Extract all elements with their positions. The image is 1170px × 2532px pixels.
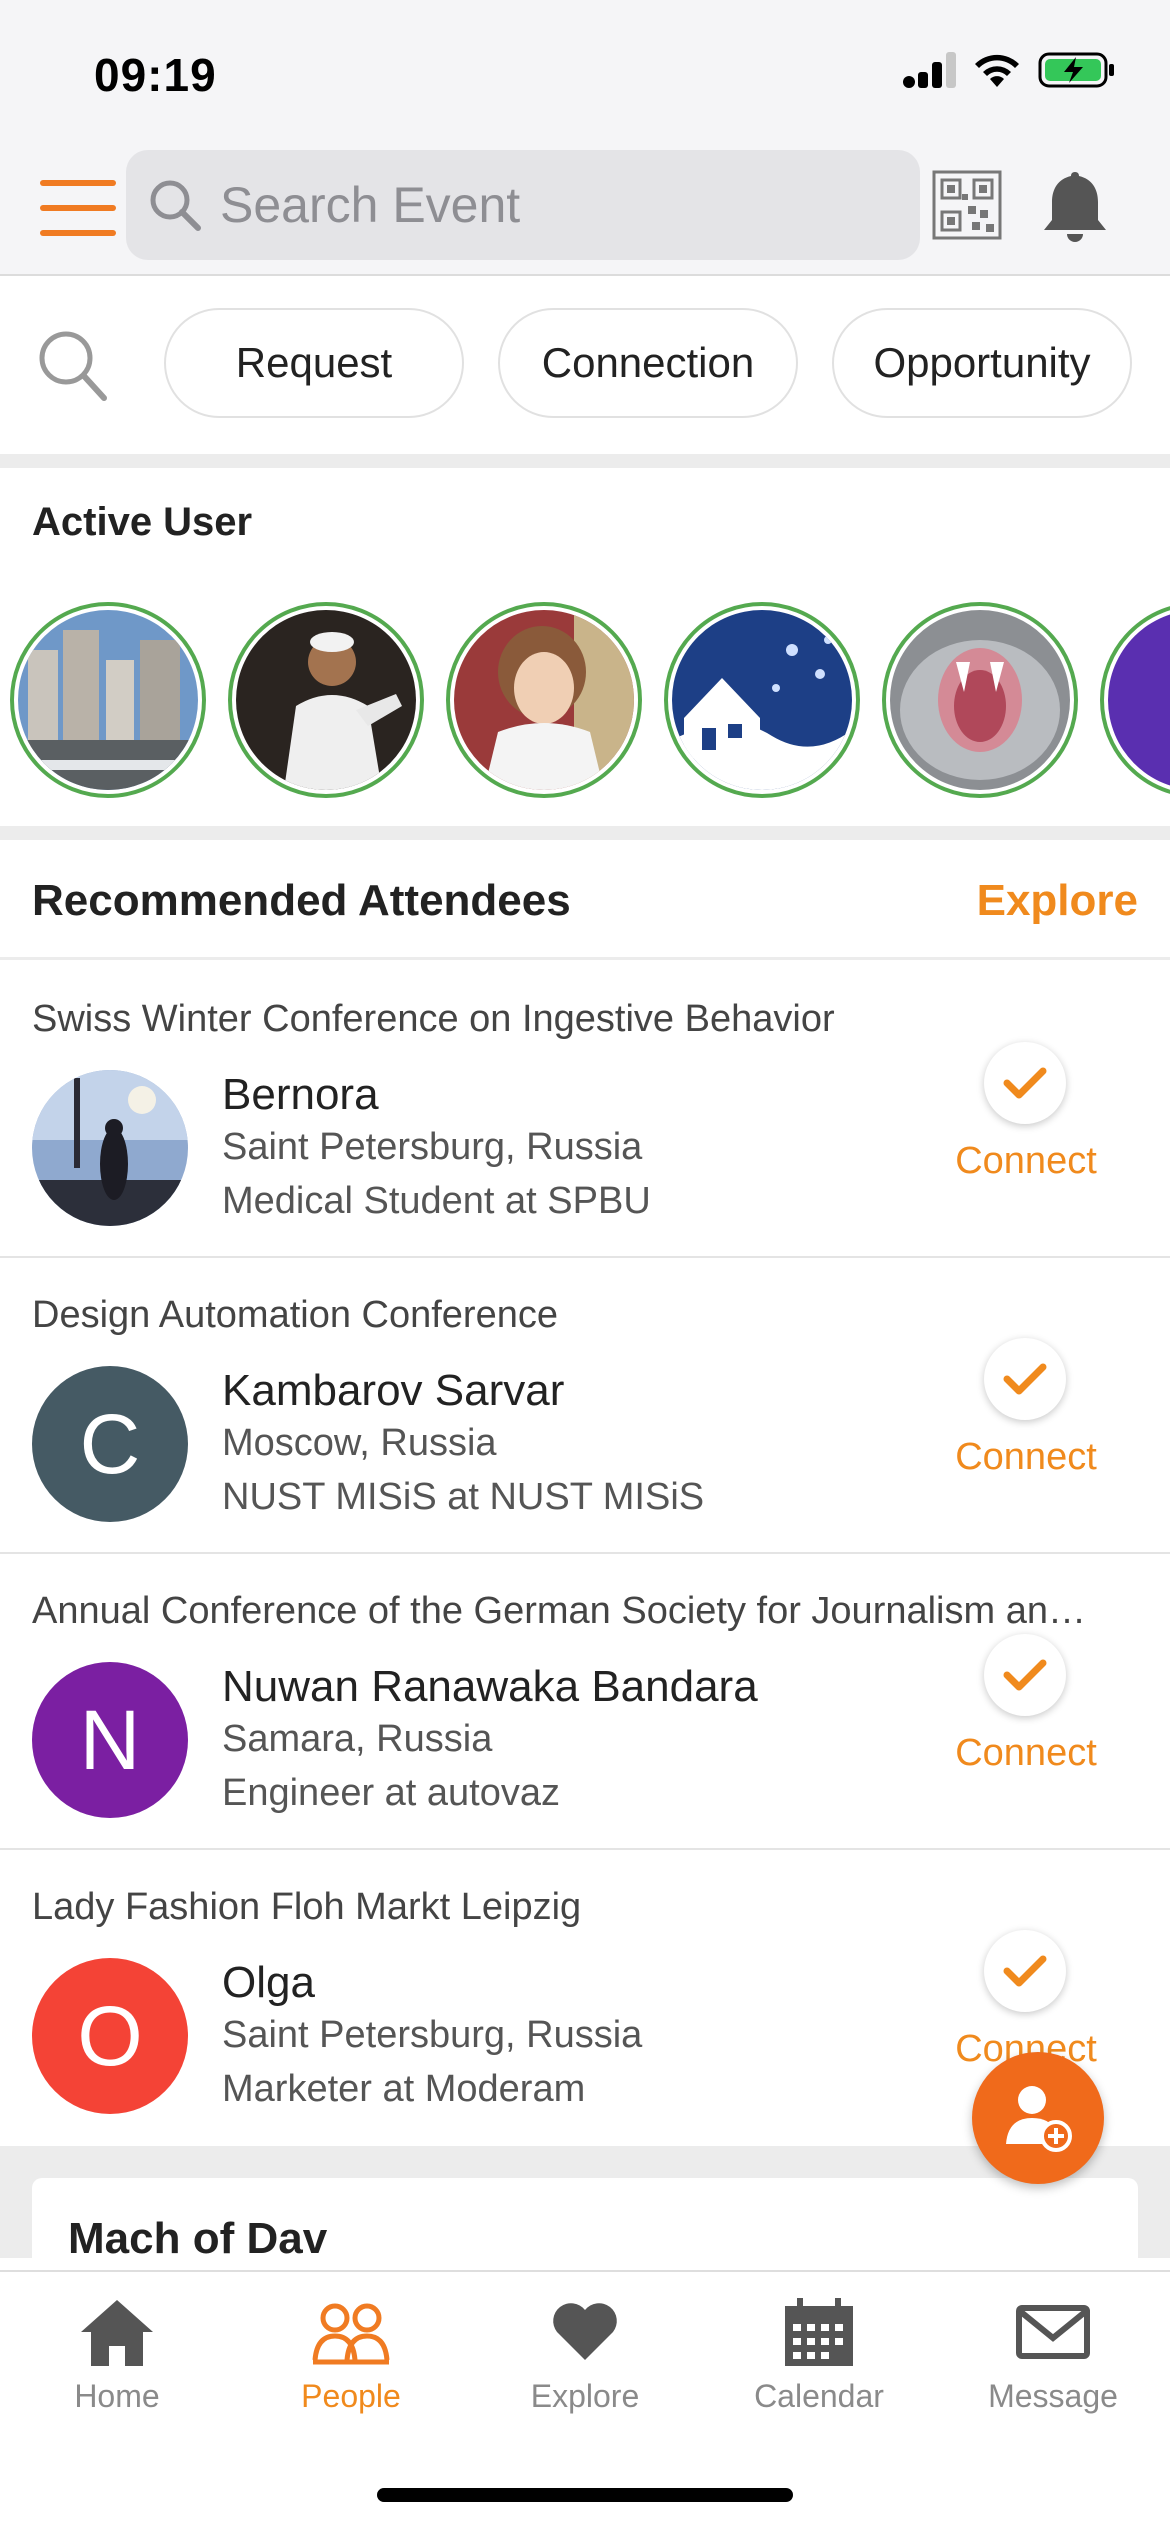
tab-message[interactable]: Message [936, 2296, 1170, 2432]
connect-check-button[interactable] [984, 1930, 1066, 2012]
cellular-signal-icon [903, 52, 956, 88]
checkmark-icon [1003, 1955, 1047, 1987]
chip-opportunity[interactable]: Opportunity [832, 308, 1132, 418]
tab-explore[interactable]: Explore [468, 2296, 702, 2432]
add-contact-fab[interactable] [972, 2052, 1104, 2184]
status-icons [902, 50, 1116, 90]
active-user-avatar[interactable] [446, 602, 642, 798]
attendee-job: Marketer at Moderam [222, 2068, 586, 2110]
envelope-icon [1016, 2305, 1090, 2359]
qr-code-scanner-icon[interactable] [932, 170, 1002, 240]
tab-label: Message [988, 2378, 1118, 2414]
next-section-title: Mach of Dav [68, 2214, 328, 2258]
avatar-cat-photo [890, 610, 1070, 790]
attendee-avatar-initial[interactable]: O [32, 1958, 188, 2114]
attendee-job: NUST MISiS at NUST MISiS [222, 1476, 705, 1518]
avatar-man-photo [236, 610, 416, 790]
active-user-avatar[interactable] [1100, 602, 1170, 798]
attendee-name: Olga [222, 1958, 315, 2007]
active-user-avatar[interactable] [10, 602, 206, 798]
app-header: Search Event [0, 140, 1170, 276]
attendee-card[interactable]: Swiss Winter Conference on Ingestive Beh… [0, 962, 1170, 1258]
attendee-avatar-initial[interactable]: N [32, 1662, 188, 1818]
search-placeholder: Search Event [220, 177, 521, 233]
avatar-purple [1108, 610, 1170, 790]
status-bar: 09:19 [0, 0, 1170, 140]
tab-home[interactable]: Home [0, 2296, 234, 2432]
attendee-location: Saint Petersburg, Russia [222, 1126, 643, 1168]
connect-button[interactable]: Connect [944, 1140, 1108, 1183]
attendee-card[interactable]: Design Automation Conference C Kambarov … [0, 1258, 1170, 1554]
tab-calendar[interactable]: Calendar [702, 2296, 936, 2432]
connect-button[interactable]: Connect [944, 1436, 1108, 1479]
home-icon [81, 2300, 153, 2366]
attendee-job: Engineer at autovaz [222, 1772, 561, 1814]
active-user-avatar[interactable] [664, 602, 860, 798]
search-event-input[interactable]: Search Event [126, 150, 920, 260]
chip-request[interactable]: Request [164, 308, 464, 418]
tab-label: Home [74, 2378, 160, 2414]
section-divider [0, 826, 1170, 840]
attendee-location: Saint Petersburg, Russia [222, 2014, 643, 2056]
attendee-name: Nuwan Ranawaka Bandara [222, 1662, 758, 1711]
people-icon [312, 2303, 390, 2365]
wifi-icon [975, 54, 1019, 87]
attendee-event: Lady Fashion Floh Markt Leipzig [32, 1886, 582, 1928]
search-icon [150, 180, 201, 231]
attendee-avatar-photo[interactable] [32, 1070, 188, 1226]
attendee-job: Medical Student at SPBU [222, 1180, 651, 1222]
tab-label: People [301, 2378, 401, 2414]
connect-check-button[interactable] [984, 1338, 1066, 1420]
connect-check-button[interactable] [984, 1634, 1066, 1716]
attendee-location: Samara, Russia [222, 1718, 493, 1760]
tab-people[interactable]: People [234, 2296, 468, 2432]
chip-connection[interactable]: Connection [498, 308, 798, 418]
active-user-avatar[interactable] [882, 602, 1078, 798]
explore-link[interactable]: Explore [977, 876, 1138, 926]
add-person-icon [1006, 2086, 1072, 2152]
checkmark-icon [1003, 1067, 1047, 1099]
filter-search-icon[interactable] [36, 326, 108, 406]
attendee-name: Kambarov Sarvar [222, 1366, 565, 1415]
filter-row: Request Connection Opportunity [0, 278, 1170, 454]
recommended-header: Recommended Attendees Explore [0, 840, 1170, 960]
avatar-city-photo [18, 610, 198, 790]
checkmark-icon [1003, 1659, 1047, 1691]
connect-button[interactable]: Connect [944, 1732, 1108, 1775]
tab-label: Calendar [754, 2378, 884, 2414]
attendee-location: Moscow, Russia [222, 1422, 497, 1464]
attendee-avatar-initial[interactable]: C [32, 1366, 188, 1522]
status-time: 09:19 [94, 49, 217, 101]
avatar-winter-house [672, 610, 852, 790]
active-user-avatar[interactable] [228, 602, 424, 798]
recommended-title: Recommended Attendees [32, 876, 571, 925]
attendee-name: Bernora [222, 1070, 379, 1119]
battery-charging-icon [1038, 52, 1114, 88]
attendee-event: Design Automation Conference [32, 1294, 558, 1336]
home-indicator [377, 2488, 793, 2502]
attendee-event: Swiss Winter Conference on Ingestive Beh… [32, 998, 835, 1040]
tab-label: Explore [530, 2378, 640, 2414]
calendar-icon [785, 2298, 853, 2366]
avatar-woman-photo [454, 610, 634, 790]
heart-icon [553, 2303, 617, 2360]
active-user-title: Active User [32, 500, 253, 544]
notification-bell-icon[interactable] [1040, 168, 1110, 244]
active-user-section: Active User [0, 468, 1170, 826]
next-section-card[interactable]: Mach of Dav [32, 2178, 1138, 2258]
hamburger-menu-icon[interactable] [40, 180, 116, 236]
attendee-card[interactable]: Annual Conference of the German Society … [0, 1554, 1170, 1850]
section-divider [0, 454, 1170, 468]
checkmark-icon [1003, 1363, 1047, 1395]
attendee-event: Annual Conference of the German Society … [32, 1590, 1086, 1632]
connect-check-button[interactable] [984, 1042, 1066, 1124]
